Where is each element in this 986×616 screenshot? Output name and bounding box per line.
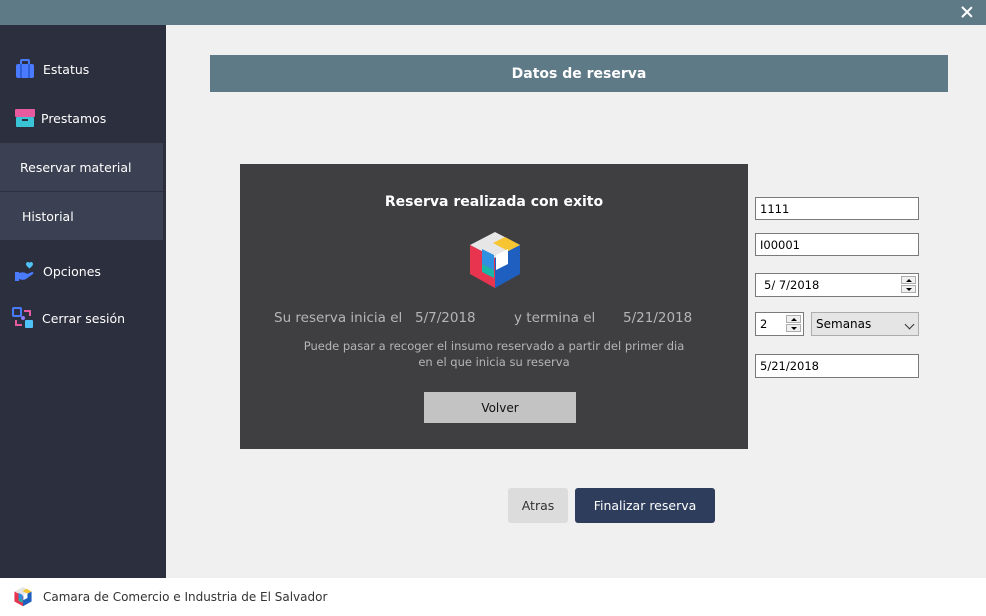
- duration-stepper[interactable]: 2: [755, 312, 804, 336]
- chevron-down-icon: [904, 319, 915, 330]
- start-label: Su reserva inicia el: [274, 310, 403, 326]
- end-label: y termina el: [514, 310, 596, 326]
- duration-unit-value: Semanas: [816, 317, 872, 331]
- start-date-value: 5/7/2018: [415, 310, 476, 326]
- dialog-note-line-2: en el que inicia su reserva: [418, 355, 570, 369]
- sidebar-item-cerrar-sesion[interactable]: Cerrar sesión: [0, 294, 163, 342]
- spin-down-icon[interactable]: [901, 285, 916, 293]
- sidebar: Estatus Prestamos Reservar material Hist…: [0, 25, 166, 578]
- sidebar-item-prestamos[interactable]: Prestamos: [0, 94, 163, 142]
- back-button[interactable]: Atras: [508, 488, 568, 523]
- sidebar-item-opciones[interactable]: Opciones: [0, 247, 163, 295]
- hand-heart-icon: [13, 259, 37, 283]
- briefcase-icon: [13, 57, 37, 81]
- sidebar-item-estatus[interactable]: Estatus: [0, 45, 163, 93]
- dialog-title: Reserva realizada con exito: [384, 194, 604, 210]
- sidebar-item-label: Opciones: [43, 263, 101, 279]
- sidebar-item-label: Cerrar sesión: [42, 310, 126, 326]
- org-name: Camara de Comercio e Industria de El Sal…: [43, 590, 328, 604]
- start-date-picker[interactable]: 5/ 7/2018: [755, 273, 919, 297]
- logout-swap-icon: [11, 306, 35, 330]
- spin-down-icon[interactable]: [786, 324, 801, 332]
- cube-logo-icon: [11, 585, 35, 609]
- page-title: Datos de reserva: [210, 55, 948, 92]
- spin-up-icon[interactable]: [901, 276, 916, 284]
- field-1-input[interactable]: 1111: [755, 197, 919, 220]
- sidebar-item-label: Prestamos: [41, 110, 107, 126]
- sidebar-item-historial[interactable]: Historial: [0, 192, 163, 240]
- start-date-value: 5/ 7/2018: [764, 278, 820, 292]
- sidebar-item-label: Reservar material: [20, 159, 132, 175]
- title-bar: [0, 0, 986, 25]
- sidebar-item-reservar-material[interactable]: Reservar material: [0, 143, 163, 191]
- sidebar-item-label: Estatus: [43, 61, 90, 77]
- archive-box-icon: [13, 106, 37, 130]
- cube-logo-icon: [460, 226, 530, 296]
- volver-button[interactable]: Volver: [424, 392, 576, 423]
- field-2-input[interactable]: I00001: [755, 233, 919, 256]
- footer: Camara de Comercio e Industria de El Sal…: [0, 578, 986, 616]
- sidebar-item-label: Historial: [22, 208, 74, 224]
- end-date-field[interactable]: 5/21/2018: [755, 354, 919, 378]
- date-spinner[interactable]: [901, 276, 916, 294]
- dialog-note-line-1: Puede pasar a recoger el insumo reservad…: [303, 339, 685, 353]
- duration-unit-select[interactable]: Semanas: [811, 312, 919, 336]
- close-icon[interactable]: [960, 5, 974, 19]
- end-date-value: 5/21/2018: [623, 310, 693, 326]
- duration-value: 2: [760, 317, 768, 331]
- success-dialog: Reserva realizada con exito Su reserva i…: [240, 164, 748, 449]
- spin-up-icon[interactable]: [786, 315, 801, 323]
- finish-reservation-button[interactable]: Finalizar reserva: [575, 488, 715, 523]
- duration-spinner[interactable]: [786, 315, 801, 333]
